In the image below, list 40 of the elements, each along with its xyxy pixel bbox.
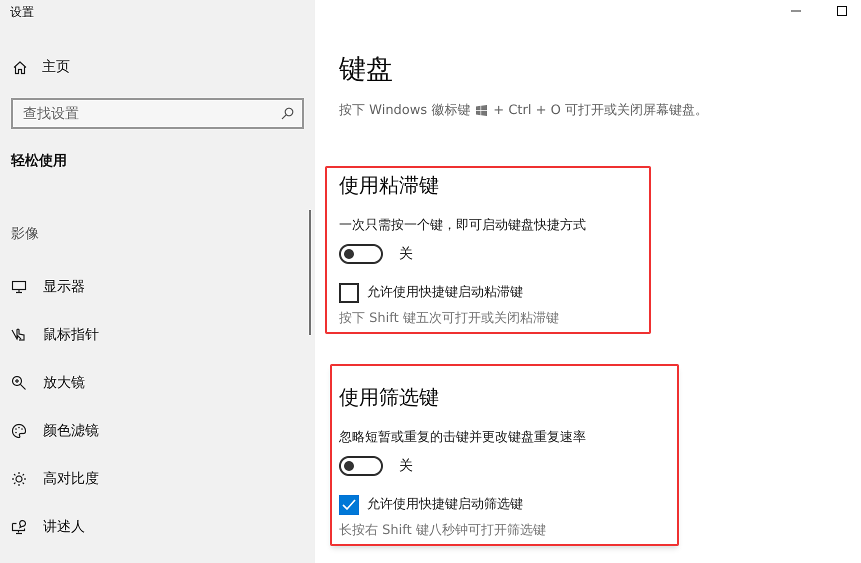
sun-icon	[11, 471, 27, 487]
group-description: 忽略短暂或重复的击键并更改键盘重复速率	[339, 429, 586, 447]
hint-text: 长按右 Shift 键八秒钟可打开筛选键	[339, 522, 546, 540]
checkbox[interactable]	[339, 282, 359, 302]
search-field[interactable]: 查找设置	[11, 98, 304, 129]
checkbox-label: 允许使用快捷键启动粘滞键	[367, 284, 523, 302]
nav-item[interactable]: 讲述人	[0, 503, 85, 551]
group-title: 使用筛选键	[339, 384, 439, 411]
minimize-icon[interactable]	[791, 10, 801, 12]
nav-item[interactable]: 高对比度	[0, 455, 99, 503]
category-label: 影像	[10, 225, 40, 244]
nav-item[interactable]: 显示器	[0, 263, 85, 311]
search-icon[interactable]	[281, 107, 294, 120]
group-title: 使用粘滞键	[339, 172, 439, 199]
checkbox[interactable]	[339, 494, 359, 514]
palette-icon	[11, 423, 27, 439]
checkmark-icon	[342, 498, 356, 510]
toggle-state: 关	[399, 244, 413, 264]
group-description: 一次只需按一个键，即可启动键盘快捷方式	[339, 217, 586, 235]
hint-text: 按下 Windows 徽标键	[339, 102, 470, 120]
home-link[interactable]: 主页	[0, 57, 70, 78]
toggle-switch[interactable]	[339, 244, 383, 264]
section-heading: 轻松使用	[10, 152, 68, 171]
zoom-in-icon	[11, 375, 27, 391]
hint-text: + Ctrl + O 可打开或关闭屏幕键盘。	[493, 102, 708, 120]
toggle-switch[interactable]	[339, 456, 383, 476]
monitor-icon	[11, 279, 27, 295]
pointer-hand-icon	[11, 327, 27, 343]
home-icon	[12, 60, 28, 76]
window-title: 设置	[9, 4, 35, 21]
windows-logo-icon	[476, 104, 488, 116]
checkbox-label: 允许使用快捷键启动筛选键	[367, 496, 523, 514]
maximize-icon[interactable]	[837, 6, 847, 16]
page-title: 键盘	[339, 53, 393, 87]
hint-text: 按下 Shift 键五次可打开或关闭粘滞键	[339, 310, 559, 328]
nav-item[interactable]: 鼠标指针	[0, 311, 99, 359]
toggle-state: 关	[399, 456, 413, 476]
nav-item[interactable]: 放大镜	[0, 359, 85, 407]
narrator-icon	[11, 519, 27, 535]
nav-item[interactable]: 颜色滤镜	[0, 407, 99, 455]
